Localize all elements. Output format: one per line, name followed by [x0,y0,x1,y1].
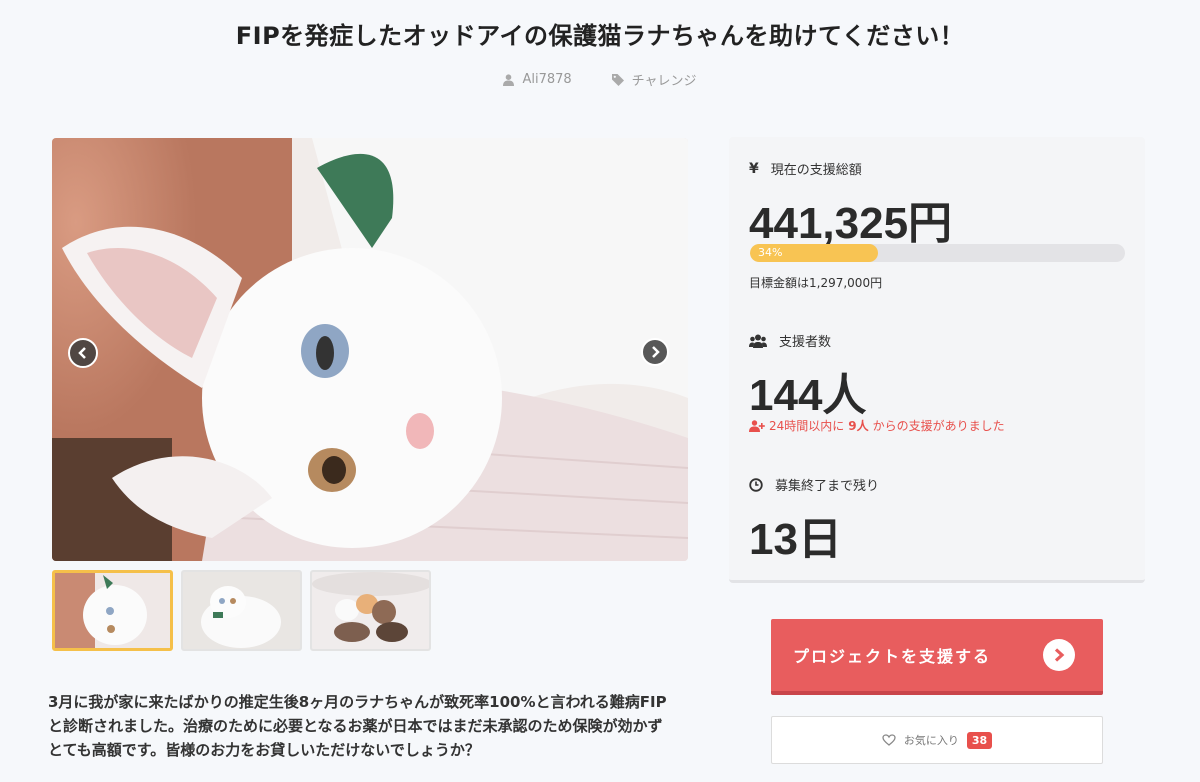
main-image-gallery [52,138,688,561]
thumbnail-1[interactable] [52,570,173,651]
project-summary: 3月に我が家に来たばかりの推定生後8ヶ月のラナちゃんが致死率100%と言われる難… [48,690,698,762]
yen-icon: ¥ [749,160,759,177]
support-button-label: プロジェクトを支援する [793,647,992,666]
thumbnail-image [55,573,170,648]
favorite-count-badge: 38 [966,731,993,749]
total-amount: 441,325円 [749,199,953,248]
chevron-left-icon [78,347,86,359]
author-link[interactable]: Ali7878 [503,70,572,89]
gallery-next-button[interactable] [641,338,669,366]
funding-progress-bar: 34% [750,244,1125,262]
cat-photo [52,138,688,561]
total-label-row: ¥ 現在の支援総額 [749,159,862,179]
category-name: チャレンジ [631,74,697,89]
user-plus-icon [749,419,765,432]
project-meta: Ali7878 チャレンジ [0,70,1200,89]
summary-line: 3月に我が家に来たばかりの推定生後8ヶ月のラナちゃんが致死率100%と言われる難… [48,693,667,711]
thumbnail-strip [52,570,431,651]
goal-amount: 目標金額は1,297,000円 [749,276,883,290]
clock-icon [749,477,763,492]
thumbnail-2[interactable] [181,570,302,651]
users-icon [749,334,767,348]
thumbnail-image [312,572,429,649]
progress-fill: 34% [750,244,878,262]
user-icon [503,73,515,86]
summary-line: と診断されました。治療のために必要となるお薬が日本ではまだ未承認のため保険が効か… [48,717,663,735]
recent-supporters-note: 24時間以内に 9人 からの支援がありました [749,417,1005,434]
supporters-count: 144人 [749,371,867,420]
remaining-label-row: 募集終了まで残り [749,475,879,494]
tag-icon [611,73,624,86]
remaining-label: 募集終了まで残り [775,479,880,494]
supporters-label: 支援者数 [779,335,832,350]
arrow-circle-right-icon [1043,639,1075,671]
supporters-label-row: 支援者数 [749,331,831,350]
heart-icon [882,734,896,746]
summary-line: とても高額です。皆様のお力をお貸しいただけないでしょうか？ [48,741,480,759]
gallery-prev-button[interactable] [68,338,98,368]
page-title: FIPを発症したオッドアイの保護猫ラナちゃんを助けてください！ [235,22,965,50]
favorite-label: お気に入り [903,734,959,747]
favorite-button[interactable]: お気に入り 38 [771,716,1103,764]
recent-count: 9人 [848,419,869,433]
thumbnail-image [183,572,300,649]
thumbnail-3[interactable] [310,570,431,651]
remaining-days: 13日 [749,515,842,564]
recent-prefix: 24時間以内に [769,419,845,433]
funding-stats-panel: ¥ 現在の支援総額 441,325円 34% 目標金額は1,297,000円 支… [729,137,1145,583]
total-label: 現在の支援総額 [770,163,862,178]
support-project-button[interactable]: プロジェクトを支援する [771,619,1103,695]
author-name: Ali7878 [522,72,572,87]
chevron-right-icon [652,346,660,358]
recent-suffix: からの支援がありました [872,419,1005,433]
category-link[interactable]: チャレンジ [611,70,697,89]
